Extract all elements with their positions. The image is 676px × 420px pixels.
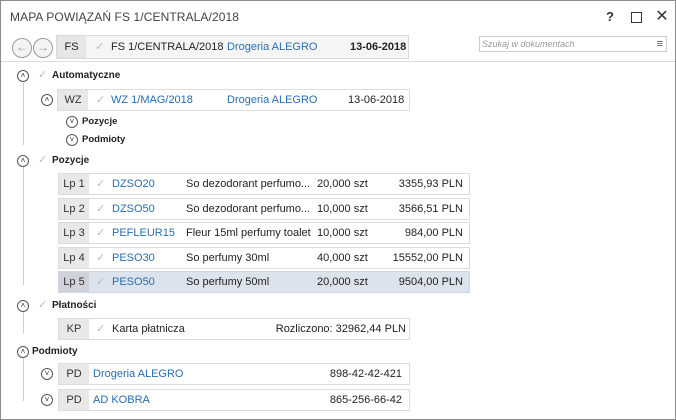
- close-button[interactable]: ✕: [651, 6, 673, 28]
- doc-number: FS 1/CENTRALA/2018: [111, 41, 224, 53]
- collapse-wz-button[interactable]: ˄: [41, 94, 53, 106]
- expand-pozycje-sub-button[interactable]: ˅: [66, 116, 78, 128]
- collapse-pozycje-button[interactable]: ˄: [17, 155, 29, 167]
- current-document-row[interactable]: FS ✓ FS 1/CENTRALA/2018 Drogeria ALEGRO …: [56, 35, 409, 59]
- help-button[interactable]: ?: [599, 6, 621, 28]
- section-pozycje-label: Pozycje: [52, 155, 90, 166]
- forward-button[interactable]: →: [33, 38, 53, 58]
- payment-type-badge: KP: [59, 319, 89, 339]
- position-qty: 20,000 szt: [317, 178, 368, 190]
- expand-podmiot-button[interactable]: ˅: [41, 368, 53, 380]
- position-lp: Lp 2: [59, 199, 89, 219]
- check-icon: ✓: [96, 178, 106, 190]
- entity-row[interactable]: PD Drogeria ALEGRO 898-42-42-421: [58, 363, 410, 385]
- maximize-button[interactable]: [625, 6, 647, 28]
- position-code-link[interactable]: DZSO20: [112, 174, 155, 194]
- position-lp: Lp 5: [59, 272, 89, 292]
- expand-podmioty-sub-button[interactable]: ˅: [66, 134, 78, 146]
- tree-line: [23, 83, 24, 145]
- entity-name-link[interactable]: AD KOBRA: [93, 390, 150, 410]
- position-qty: 10,000 szt: [317, 203, 368, 215]
- position-qty: 20,000 szt: [317, 276, 368, 288]
- position-value: 3566,51 PLN: [398, 203, 463, 215]
- tree-line: [23, 167, 24, 285]
- sub-pozycje-label[interactable]: Pozycje: [82, 116, 117, 127]
- position-row[interactable]: Lp 2 ✓ DZSO50 So dezodorant perfumo... 1…: [58, 198, 470, 220]
- sub-podmioty-label[interactable]: Podmioty: [82, 134, 125, 145]
- position-row[interactable]: Lp 3 ✓ PEFLEUR15 Fleur 15ml perfumy toal…: [58, 222, 470, 244]
- wz-document-row[interactable]: WZ ✓ WZ 1/MAG/2018 Drogeria ALEGRO 13-06…: [57, 89, 410, 111]
- position-lp: Lp 1: [59, 174, 89, 194]
- position-name: So perfumy 50ml: [186, 276, 270, 288]
- entity-type-badge: PD: [59, 390, 89, 410]
- check-icon: ✓: [96, 323, 106, 335]
- position-value: 3355,93 PLN: [398, 178, 463, 190]
- position-name: So dezodorant perfumo...: [186, 178, 309, 190]
- search-box: ≡: [479, 36, 667, 52]
- entity-row[interactable]: PD AD KOBRA 865-256-66-42: [58, 389, 410, 411]
- payment-row[interactable]: KP ✓ Karta płatnicza Rozliczono: 32962,4…: [58, 318, 410, 340]
- check-icon: ✓: [38, 69, 48, 81]
- menu-icon[interactable]: ≡: [657, 37, 663, 51]
- payment-status: Rozliczono: 32962,44 PLN: [275, 323, 406, 335]
- position-row[interactable]: Lp 1 ✓ DZSO20 So dezodorant perfumo... 2…: [58, 173, 470, 195]
- position-code-link[interactable]: DZSO50: [112, 199, 155, 219]
- doc-date: 13-06-2018: [350, 41, 407, 53]
- check-icon: ✓: [96, 203, 106, 215]
- doc-contractor-link[interactable]: Drogeria ALEGRO: [227, 36, 317, 58]
- entity-type-badge: PD: [59, 364, 89, 384]
- position-row-selected[interactable]: Lp 5 ✓ PESO50 So perfumy 50ml 20,000 szt…: [58, 271, 470, 293]
- entity-nip: 865-256-66-42: [329, 394, 402, 406]
- wz-date: 13-06-2018: [348, 94, 405, 106]
- position-name: So dezodorant perfumo...: [186, 203, 309, 215]
- position-value: 984,00 PLN: [404, 227, 463, 239]
- check-icon: ✓: [38, 154, 48, 166]
- position-qty: 10,000 szt: [317, 227, 368, 239]
- position-row[interactable]: Lp 4 ✓ PESO30 So perfumy 30ml 40,000 szt…: [58, 247, 470, 269]
- position-lp: Lp 4: [59, 248, 89, 268]
- position-value: 15552,00 PLN: [392, 252, 463, 264]
- section-podmioty-label: Podmioty: [32, 346, 78, 357]
- collapse-automatyczne-button[interactable]: ˄: [17, 70, 29, 82]
- position-code-link[interactable]: PESO50: [112, 272, 155, 292]
- position-name: Fleur 15ml perfumy toalet.: [186, 227, 311, 239]
- doc-type-badge: FS: [57, 36, 86, 58]
- position-name: So perfumy 30ml: [186, 252, 270, 264]
- title-bar: MAPA POWIĄZAŃ FS 1/CENTRALA/2018 ? ✕: [1, 1, 675, 33]
- toolbar-divider: [1, 61, 675, 62]
- payment-name: Karta płatnicza: [112, 323, 185, 335]
- back-button[interactable]: ←: [12, 38, 32, 58]
- tree-line: [23, 312, 24, 334]
- collapse-podmioty-button[interactable]: ˄: [17, 346, 29, 358]
- wz-type-badge: WZ: [58, 90, 88, 110]
- check-icon: ✓: [38, 299, 48, 311]
- position-code-link[interactable]: PESO30: [112, 248, 155, 268]
- collapse-platnosci-button[interactable]: ˄: [17, 300, 29, 312]
- check-icon: ✓: [96, 227, 106, 239]
- maximize-icon: [630, 11, 642, 23]
- toolbar: ← → FS ✓ FS 1/CENTRALA/2018 Drogeria ALE…: [1, 33, 675, 61]
- section-automatyczne-label: Automatyczne: [52, 70, 121, 81]
- position-value: 9504,00 PLN: [398, 276, 463, 288]
- section-platnosci-label: Płatności: [52, 300, 97, 311]
- entity-nip: 898-42-42-421: [329, 368, 402, 380]
- check-icon: ✓: [96, 94, 106, 106]
- window-title: MAPA POWIĄZAŃ FS 1/CENTRALA/2018: [10, 10, 240, 24]
- wz-contractor-link[interactable]: Drogeria ALEGRO: [227, 90, 317, 110]
- expand-podmiot-button[interactable]: ˅: [41, 394, 53, 406]
- search-input[interactable]: [482, 37, 646, 51]
- wz-number-link[interactable]: WZ 1/MAG/2018: [111, 90, 193, 110]
- position-code-link[interactable]: PEFLEUR15: [112, 223, 175, 243]
- check-icon: ✓: [95, 41, 105, 53]
- entity-name-link[interactable]: Drogeria ALEGRO: [93, 364, 183, 384]
- check-icon: ✓: [96, 276, 106, 288]
- position-lp: Lp 3: [59, 223, 89, 243]
- position-qty: 40,000 szt: [317, 252, 368, 264]
- relations-map-window: MAPA POWIĄZAŃ FS 1/CENTRALA/2018 ? ✕ ← →…: [0, 0, 676, 420]
- tree-line: [23, 357, 24, 401]
- check-icon: ✓: [96, 252, 106, 264]
